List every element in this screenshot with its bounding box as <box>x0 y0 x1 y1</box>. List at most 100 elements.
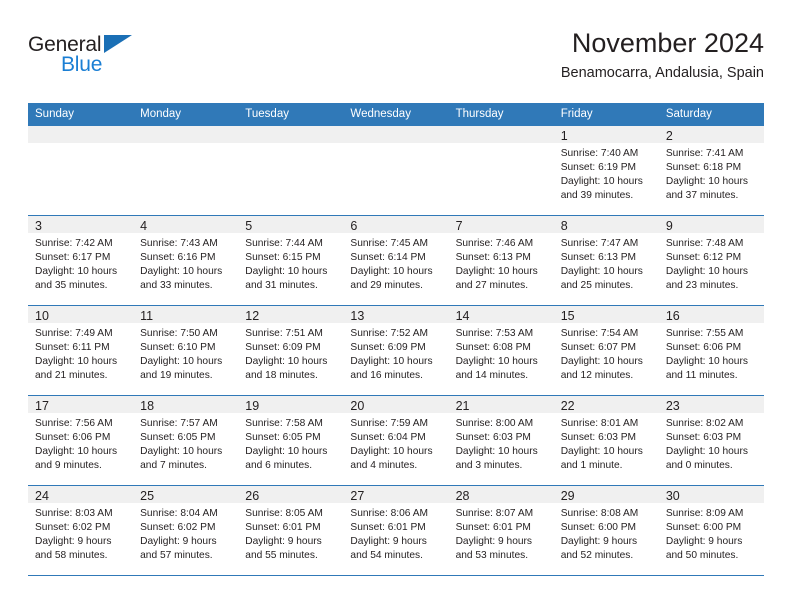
day-details: Sunrise: 7:55 AM Sunset: 6:06 PM Daylight:… <box>659 323 764 384</box>
day-number: 30 <box>658 485 764 503</box>
calendar-day-cell[interactable]: 29 Sunrise: 8:08 AM Sunset: 6:00 PM Dayligh… <box>553 484 659 576</box>
calendar-day-cell[interactable]: 2 Sunrise: 7:41 AM Sunset: 6:18 PM Daylight… <box>658 125 764 216</box>
day-details: Sunrise: 7:53 AM Sunset: 6:08 PM Daylight:… <box>449 323 554 384</box>
day-details: Sunrise: 7:51 AM Sunset: 6:09 PM Daylight:… <box>238 323 343 384</box>
daylight-text: Daylight: 9 hours and 54 minutes. <box>350 536 427 562</box>
sunrise-text: Sunrise: 8:04 AM <box>140 507 218 519</box>
calendar-day-cell[interactable]: 24 Sunrise: 8:03 AM Sunset: 6:02 PM Dayligh… <box>28 484 134 576</box>
daylight-text: Daylight: 10 hours and 0 minutes. <box>665 446 748 472</box>
daylight-text: Daylight: 10 hours and 6 minutes. <box>245 446 328 472</box>
day-cell-inner <box>28 125 134 215</box>
calendar-day-cell[interactable]: 19 Sunrise: 7:58 AM Sunset: 6:05 PM Dayligh… <box>238 394 344 486</box>
day-details: Sunrise: 8:06 AM Sunset: 6:01 PM Daylight:… <box>343 503 448 564</box>
sunset-text: Sunset: 6:01 PM <box>245 521 321 533</box>
sunset-text: Sunset: 6:03 PM <box>560 431 637 443</box>
day-cell-inner: 22 Sunrise: 8:01 AM Sunset: 6:03 PM Dayligh… <box>553 395 659 485</box>
daylight-text: Daylight: 9 hours and 57 minutes. <box>140 536 217 562</box>
day-details: Sunrise: 8:09 AM Sunset: 6:00 PM Daylight:… <box>659 503 764 564</box>
day-details: Sunrise: 7:58 AM Sunset: 6:05 PM Daylight:… <box>238 413 343 474</box>
page-title: November 2024 <box>571 28 764 58</box>
calendar-day-cell[interactable]: 3 Sunrise: 7:42 AM Sunset: 6:17 PM Daylight… <box>28 214 134 306</box>
day-cell-inner: 18 Sunrise: 7:57 AM Sunset: 6:05 PM Dayligh… <box>133 395 239 485</box>
calendar-day-cell[interactable]: 10 Sunrise: 7:49 AM Sunset: 6:11 PM Dayligh… <box>28 304 134 396</box>
calendar-header-row: Sunday Monday Tuesday Wednesday Thursday… <box>28 103 764 126</box>
daylight-text: Daylight: 10 hours and 37 minutes. <box>665 176 748 202</box>
sunrise-text: Sunrise: 7:40 AM <box>560 147 639 159</box>
calendar-day-cell[interactable]: 22 Sunrise: 8:01 AM Sunset: 6:03 PM Dayligh… <box>553 394 659 486</box>
day-cell-inner <box>448 125 554 215</box>
sunset-text: Sunset: 6:04 PM <box>350 431 426 443</box>
calendar-day-cell[interactable]: 6 Sunrise: 7:45 AM Sunset: 6:14 PM Daylight… <box>343 214 449 306</box>
calendar-day-cell[interactable]: 5 Sunrise: 7:44 AM Sunset: 6:15 PM Daylight… <box>238 214 344 306</box>
daylight-text: Daylight: 10 hours and 33 minutes. <box>140 266 223 292</box>
day-cell-inner: 20 Sunrise: 7:59 AM Sunset: 6:04 PM Dayligh… <box>343 395 449 485</box>
sunset-text: Sunset: 6:02 PM <box>35 521 111 533</box>
sunrise-text: Sunrise: 7:51 AM <box>245 327 323 339</box>
sunset-text: Sunset: 6:06 PM <box>665 341 742 353</box>
general-blue-logo[interactable]: General Blue <box>28 34 143 82</box>
calendar-day-cell[interactable]: 8 Sunrise: 7:47 AM Sunset: 6:13 PM Daylight… <box>553 214 659 306</box>
day-number <box>28 125 134 143</box>
day-cell-inner: 5 Sunrise: 7:44 AM Sunset: 6:15 PM Daylight… <box>238 215 344 305</box>
calendar-day-cell[interactable]: 4 Sunrise: 7:43 AM Sunset: 6:16 PM Daylight… <box>133 214 239 306</box>
calendar-week-row: 24 Sunrise: 8:03 AM Sunset: 6:02 PM Dayligh… <box>28 484 764 576</box>
sunset-text: Sunset: 6:18 PM <box>665 161 742 173</box>
day-cell-inner: 6 Sunrise: 7:45 AM Sunset: 6:14 PM Daylight… <box>343 215 449 305</box>
calendar-day-cell[interactable]: 12 Sunrise: 7:51 AM Sunset: 6:09 PM Dayligh… <box>238 304 344 396</box>
day-cell-inner: 7 Sunrise: 7:46 AM Sunset: 6:13 PM Daylight… <box>448 215 554 305</box>
day-details: Sunrise: 8:02 AM Sunset: 6:03 PM Daylight:… <box>659 413 764 474</box>
calendar-day-cell[interactable]: 20 Sunrise: 7:59 AM Sunset: 6:04 PM Dayligh… <box>343 394 449 486</box>
sunrise-text: Sunrise: 8:02 AM <box>665 417 744 429</box>
calendar-day-cell[interactable]: 26 Sunrise: 8:05 AM Sunset: 6:01 PM Dayligh… <box>238 484 344 576</box>
day-number: 14 <box>448 305 554 323</box>
calendar-day-cell[interactable]: 21 Sunrise: 8:00 AM Sunset: 6:03 PM Dayligh… <box>448 394 554 486</box>
calendar-day-cell[interactable]: 13 Sunrise: 7:52 AM Sunset: 6:09 PM Dayligh… <box>343 304 449 396</box>
day-cell-inner: 16 Sunrise: 7:55 AM Sunset: 6:06 PM Dayligh… <box>658 305 764 395</box>
weekday-header-thursday: Thursday <box>448 103 554 126</box>
logo-triangle-icon <box>104 35 132 53</box>
calendar-day-cell[interactable]: 9 Sunrise: 7:48 AM Sunset: 6:12 PM Daylight… <box>658 214 764 306</box>
calendar-day-cell[interactable]: 23 Sunrise: 8:02 AM Sunset: 6:03 PM Dayligh… <box>658 394 764 486</box>
weekday-header-monday: Monday <box>133 103 239 126</box>
sunrise-text: Sunrise: 8:01 AM <box>560 417 639 429</box>
day-details: Sunrise: 8:00 AM Sunset: 6:03 PM Daylight:… <box>449 413 554 474</box>
sunset-text: Sunset: 6:07 PM <box>560 341 637 353</box>
calendar-day-cell[interactable]: 11 Sunrise: 7:50 AM Sunset: 6:10 PM Dayligh… <box>133 304 239 396</box>
sunrise-text: Sunrise: 7:49 AM <box>35 327 113 339</box>
day-details: Sunrise: 7:47 AM Sunset: 6:13 PM Daylight:… <box>554 233 659 294</box>
calendar-day-cell[interactable]: 30 Sunrise: 8:09 AM Sunset: 6:00 PM Dayligh… <box>658 484 764 576</box>
calendar-day-cell[interactable]: 27 Sunrise: 8:06 AM Sunset: 6:01 PM Dayligh… <box>343 484 449 576</box>
sunrise-text: Sunrise: 7:43 AM <box>140 237 218 249</box>
day-number: 13 <box>343 305 449 323</box>
day-number: 12 <box>238 305 344 323</box>
day-cell-inner <box>343 125 449 215</box>
sunset-text: Sunset: 6:01 PM <box>350 521 426 533</box>
calendar-day-cell[interactable]: 16 Sunrise: 7:55 AM Sunset: 6:06 PM Dayligh… <box>658 304 764 396</box>
day-details: Sunrise: 7:45 AM Sunset: 6:14 PM Daylight:… <box>343 233 448 294</box>
sunrise-text: Sunrise: 7:52 AM <box>350 327 429 339</box>
logo-text-general: General <box>28 33 102 56</box>
day-number: 17 <box>28 395 134 413</box>
day-details: Sunrise: 7:46 AM Sunset: 6:13 PM Daylight:… <box>449 233 554 294</box>
day-number: 24 <box>28 485 134 503</box>
sunset-text: Sunset: 6:05 PM <box>140 431 216 443</box>
weekday-header-saturday: Saturday <box>658 103 764 126</box>
calendar-day-cell[interactable]: 14 Sunrise: 7:53 AM Sunset: 6:08 PM Dayligh… <box>448 304 554 396</box>
calendar-day-cell[interactable]: 28 Sunrise: 8:07 AM Sunset: 6:01 PM Dayligh… <box>448 484 554 576</box>
sunset-text: Sunset: 6:17 PM <box>35 251 111 263</box>
day-details: Sunrise: 7:42 AM Sunset: 6:17 PM Daylight:… <box>28 233 133 294</box>
daylight-text: Daylight: 9 hours and 52 minutes. <box>560 536 638 562</box>
day-details: Sunrise: 7:54 AM Sunset: 6:07 PM Daylight:… <box>554 323 659 384</box>
day-details: Sunrise: 7:52 AM Sunset: 6:09 PM Daylight:… <box>343 323 448 384</box>
sunset-text: Sunset: 6:03 PM <box>665 431 742 443</box>
daylight-text: Daylight: 10 hours and 29 minutes. <box>350 266 433 292</box>
calendar-day-cell[interactable]: 7 Sunrise: 7:46 AM Sunset: 6:13 PM Daylight… <box>448 214 554 306</box>
calendar-day-cell[interactable]: 15 Sunrise: 7:54 AM Sunset: 6:07 PM Dayligh… <box>553 304 659 396</box>
day-number <box>133 125 239 143</box>
calendar-day-cell[interactable]: 1 Sunrise: 7:40 AM Sunset: 6:19 PM Daylight… <box>553 125 659 216</box>
calendar-day-cell[interactable]: 25 Sunrise: 8:04 AM Sunset: 6:02 PM Dayligh… <box>133 484 239 576</box>
day-cell-inner: 17 Sunrise: 7:56 AM Sunset: 6:06 PM Dayligh… <box>28 395 134 485</box>
day-number: 23 <box>658 395 764 413</box>
calendar-day-cell[interactable]: 18 Sunrise: 7:57 AM Sunset: 6:05 PM Dayligh… <box>133 394 239 486</box>
calendar-day-cell[interactable]: 17 Sunrise: 7:56 AM Sunset: 6:06 PM Dayligh… <box>28 394 134 486</box>
